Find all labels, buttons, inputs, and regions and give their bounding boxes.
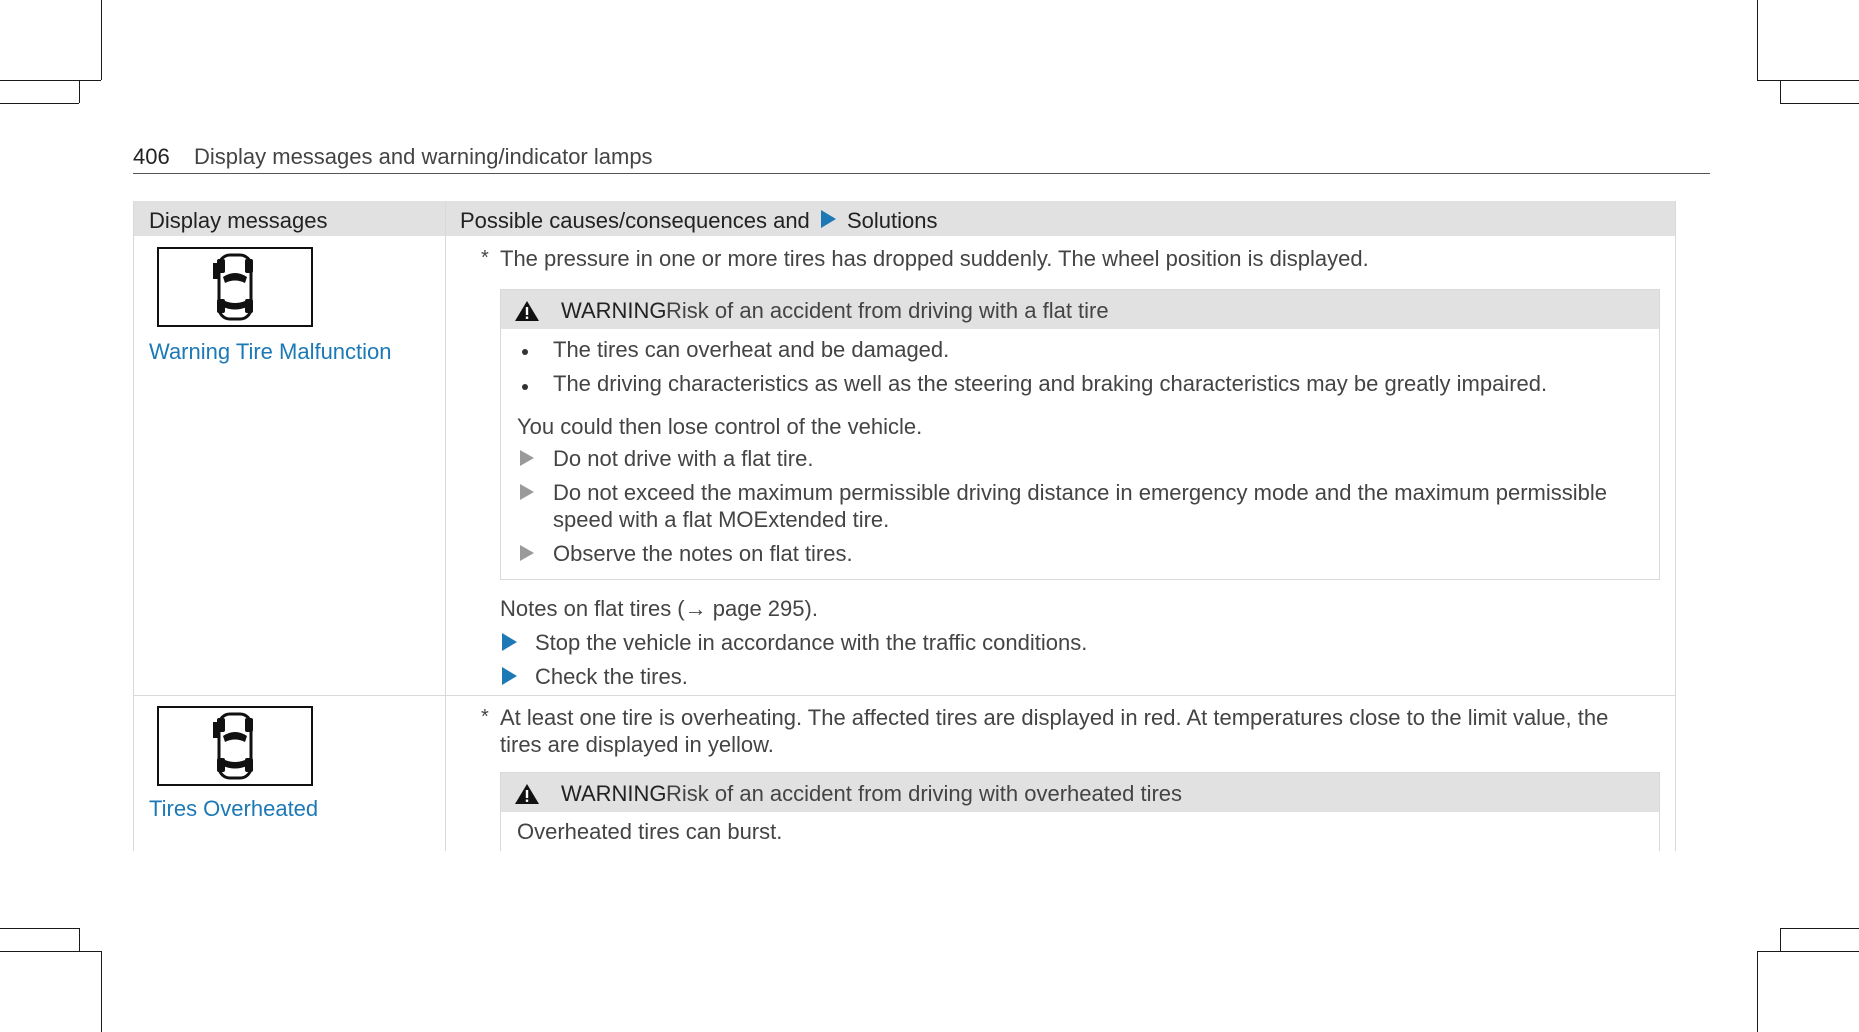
solution-step: Check the tires.: [535, 664, 688, 689]
warning-body: Overheated tires can burst.: [517, 819, 783, 844]
crop-mark: [0, 951, 101, 952]
warning-label: WARNING: [561, 781, 667, 806]
column-divider: [445, 201, 446, 851]
crop-mark: [1757, 951, 1758, 1032]
page-header: 406 Display messages and warning/indicat…: [133, 143, 1710, 174]
warning-triangle-icon: [515, 301, 539, 321]
column-header-display-messages: Display messages: [149, 208, 328, 233]
action-arrow-icon: [520, 484, 534, 500]
crop-mark: [1757, 951, 1859, 952]
crop-mark: [1757, 0, 1758, 80]
crop-mark: [101, 951, 102, 1032]
warning-box: WARNING Risk of an accident from driving…: [500, 772, 1660, 851]
crop-mark: [1757, 80, 1859, 81]
footnote-star: *: [481, 247, 489, 269]
page-number: 406: [133, 144, 170, 169]
table-header: Display messages Possible causes/consequ…: [134, 201, 1675, 236]
solution-arrow-icon: [502, 633, 517, 651]
action-arrow-icon: [520, 450, 534, 466]
crop-mark: [1780, 928, 1781, 951]
warning-consequence: You could then lose control of the vehic…: [517, 414, 923, 439]
warning-action: Observe the notes on flat tires.: [553, 541, 853, 566]
solution-arrow-icon: [502, 667, 517, 685]
crop-mark: [0, 103, 79, 104]
warning-title: Risk of an accident from driving with ov…: [666, 781, 1183, 806]
crop-mark: [1780, 928, 1859, 929]
warning-triangle-icon: [515, 784, 539, 804]
footnote-star: *: [481, 706, 489, 728]
warning-action: Do not exceed the maximum permissible dr…: [553, 480, 1608, 505]
warning-header: WARNING Risk of an accident from driving…: [501, 290, 1659, 329]
bullet-icon: [522, 349, 528, 355]
warning-box: WARNING Risk of an accident from driving…: [500, 289, 1660, 580]
warning-label: WARNING: [561, 298, 667, 323]
row-divider: [134, 695, 1675, 696]
message-warning-tire-malfunction: Warning Tire Malfunction: [149, 339, 392, 364]
warning-bullet: The tires can overheat and be damaged.: [553, 337, 950, 362]
action-arrow-icon: [520, 545, 534, 561]
crop-mark: [0, 928, 79, 929]
solutions-arrow-icon: [821, 210, 836, 228]
display-messages-table: Display messages Possible causes/consequ…: [133, 201, 1676, 851]
tire-pressure-vehicle-icon: [157, 247, 313, 327]
warning-header: WARNING Risk of an accident from driving…: [501, 773, 1659, 812]
crop-mark: [79, 928, 80, 951]
note-flat-tires-link[interactable]: Notes on flat tires (→ page 295).: [500, 595, 818, 622]
warning-bullet: The driving characteristics as well as t…: [553, 371, 1548, 396]
warning-action: Do not drive with a flat tire.: [553, 446, 814, 471]
solution-step: Stop the vehicle in accordance with the …: [535, 630, 1088, 655]
column-header-solutions: Solutions: [847, 208, 938, 233]
cause-text-cont: tires are displayed in yellow.: [500, 732, 774, 757]
crop-mark: [1780, 80, 1781, 103]
tire-temperature-vehicle-icon: [157, 706, 313, 786]
warning-action-cont: speed with a flat MOExtended tire.: [553, 507, 890, 532]
crop-mark: [1780, 103, 1859, 104]
column-header-causes: Possible causes/consequences and: [460, 208, 810, 233]
cause-text: The pressure in one or more tires has dr…: [500, 246, 1369, 271]
crop-mark: [101, 0, 102, 80]
cause-text: At least one tire is overheating. The af…: [500, 705, 1609, 730]
crop-mark: [0, 80, 101, 81]
crop-mark: [79, 80, 80, 103]
message-tires-overheated: Tires Overheated: [149, 796, 319, 821]
warning-title: Risk of an accident from driving with a …: [666, 298, 1109, 323]
bullet-icon: [522, 384, 528, 390]
page-title: Display messages and warning/indicator l…: [194, 144, 653, 169]
